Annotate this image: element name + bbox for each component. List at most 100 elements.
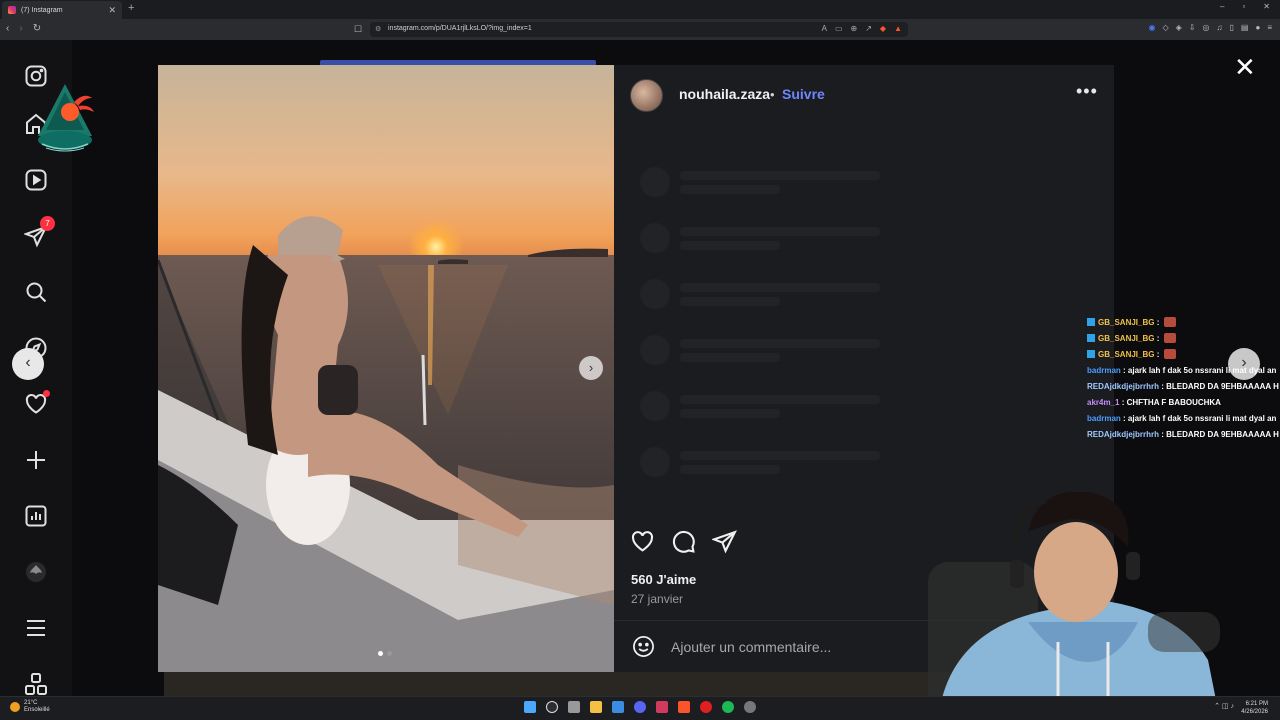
instagram-favicon-icon [8,6,16,14]
chat-separator: : [1120,414,1128,423]
media-icon[interactable]: ♫ [1217,23,1223,32]
downloads-icon[interactable]: ⇩ [1189,23,1196,32]
store-icon[interactable] [612,701,624,713]
file-explorer-icon[interactable] [590,701,602,713]
forward-icon[interactable]: › [19,23,22,34]
extension-icon[interactable]: ◇ [1163,23,1169,32]
weather-temperature: 21°C [24,700,38,706]
system-tray-icons[interactable]: ⌃ ◫ ♪ [1214,702,1234,710]
close-window-button[interactable]: ✕ [1263,2,1270,11]
reload-icon[interactable]: ↻ [33,23,41,34]
like-icon[interactable] [630,529,655,554]
chat-text: BLEDARD DA 9EHBAAAAA H [1166,382,1279,391]
share-icon[interactable] [711,529,737,554]
browser-tab[interactable]: (7) Instagram ✕ [2,1,122,19]
vpn-icon[interactable]: ◉ [1149,23,1156,32]
reels-icon[interactable] [24,168,48,192]
brave-rewards-icon[interactable]: ▲ [894,24,902,33]
search-icon[interactable] [24,280,48,304]
window-controls: – ▫ ✕ [1220,2,1270,11]
pagination-dot-active [378,651,383,656]
chat-separator: : [1119,398,1127,407]
new-tab-button[interactable]: + [128,2,134,14]
follow-button[interactable]: Suivre [782,86,825,102]
emoji-icon[interactable] [632,635,655,658]
post-date[interactable]: 27 janvier [631,592,683,606]
settings-icon[interactable] [744,701,756,713]
comment-icon[interactable] [671,529,696,554]
chat-separator: : [1154,350,1162,359]
spotify-icon[interactable] [722,701,734,713]
chat-text: CHFTHA F BABOUCHKA [1126,398,1221,407]
tab-title: (7) Instagram [21,6,63,14]
sidebar-toggle-icon[interactable]: ▯ [1230,23,1234,32]
pagination-dot [387,651,392,656]
site-info-icon[interactable]: ⚙ [375,25,381,33]
chat-badge-icon [1087,318,1095,326]
chat-message: REDAjdkdjejbrrhrh : BLEDARD DA 9EHBAAAAA… [1087,427,1280,443]
opera-icon[interactable] [700,701,712,713]
more-menu-icon[interactable] [24,616,48,640]
zoom-icon[interactable]: ⊕ [851,24,858,33]
messages-badge: 7 [40,216,55,231]
wallet-icon[interactable]: ◎ [1203,23,1210,32]
image-pagination-dots [378,651,392,656]
like-count[interactable]: 560 J'aime [631,572,696,587]
brave-icon[interactable] [678,701,690,713]
address-bar[interactable]: ⚙ instagram.com/p/DUA1rjlLksLO/?img_inde… [370,22,908,37]
chat-username: badrman [1087,414,1121,423]
tab-close-icon[interactable]: ✕ [108,5,116,16]
profile-icon[interactable] [24,560,48,584]
chat-username: GB_SANJI_BG [1098,334,1155,343]
chat-username: badrman [1087,366,1121,375]
task-view-icon[interactable] [568,701,580,713]
app-icon[interactable] [656,701,668,713]
image-next-button[interactable]: › [579,356,603,380]
more-options-icon[interactable]: ••• [1076,81,1098,102]
chat-message: GB_SANJI_BG : [1087,331,1280,347]
sun-icon [10,702,20,712]
bookmark-icon[interactable]: ☐ [354,24,362,35]
previous-post-button[interactable]: ‹ [12,348,44,380]
system-clock[interactable]: 6:21 PM 4/26/2026 [1241,700,1268,716]
post-author-avatar[interactable] [630,79,663,112]
post-author-username[interactable]: nouhaila.zaza [679,86,770,102]
extensions-area: ◉ ◇ ◈ ⇩ ◎ ♫ ▯ ▤ ● ≡ [1149,23,1272,32]
chat-message: REDAjdkdjejbrrhrh : BLEDARD DA 9EHBAAAAA… [1087,379,1280,395]
start-icon[interactable] [524,701,536,713]
profile-icon[interactable]: ● [1255,23,1260,32]
menu-icon[interactable]: ≡ [1267,23,1272,32]
post-actions [630,529,737,554]
chat-text: ajark lah f dak 5o nssrani li mat dyal a… [1127,414,1277,423]
chat-username: REDAjdkdjejbrrhrh [1087,430,1160,439]
url-text: instagram.com/p/DUA1rjlLksLO/?img_index=… [388,25,532,32]
weather-condition: Ensoleillé [24,707,50,713]
extension-icon[interactable]: ◈ [1176,23,1182,32]
post-image[interactable] [158,65,614,672]
create-icon[interactable] [24,448,48,472]
share-icon[interactable]: ↗ [865,24,872,33]
notifications-icon[interactable] [24,390,50,416]
maximize-button[interactable]: ▫ [1242,2,1245,11]
minimize-button[interactable]: – [1220,2,1224,11]
search-icon[interactable] [546,701,558,713]
chat-emote-icon [1163,349,1176,359]
back-icon[interactable]: ‹ [6,23,9,34]
translate-icon[interactable]: A [822,24,827,33]
chat-message: badrman : ajark lah f dak 5o nssrani li … [1087,411,1280,427]
comment-input[interactable]: Ajouter un commentaire... [671,639,831,655]
notification-dot [43,390,50,397]
also-from-meta-icon[interactable] [24,672,48,696]
close-modal-icon[interactable]: ✕ [1234,54,1256,80]
browser-toolbar: ‹ › ↻ ☐ ⚙ instagram.com/p/DUA1rjlLksLO/?… [0,19,1280,40]
messages-icon[interactable]: 7 [23,216,55,248]
reader-icon[interactable]: ▤ [1241,23,1249,32]
weather-widget[interactable]: 21°C Ensoleillé [10,700,50,714]
cast-icon[interactable]: ▭ [835,24,843,33]
stream-logo [34,82,96,156]
chat-separator: : [1154,318,1162,327]
brave-shield-icon[interactable]: ◆ [880,24,886,33]
discord-icon[interactable] [634,701,646,713]
chat-emote-icon [1163,333,1176,343]
dashboard-icon[interactable] [24,504,48,528]
